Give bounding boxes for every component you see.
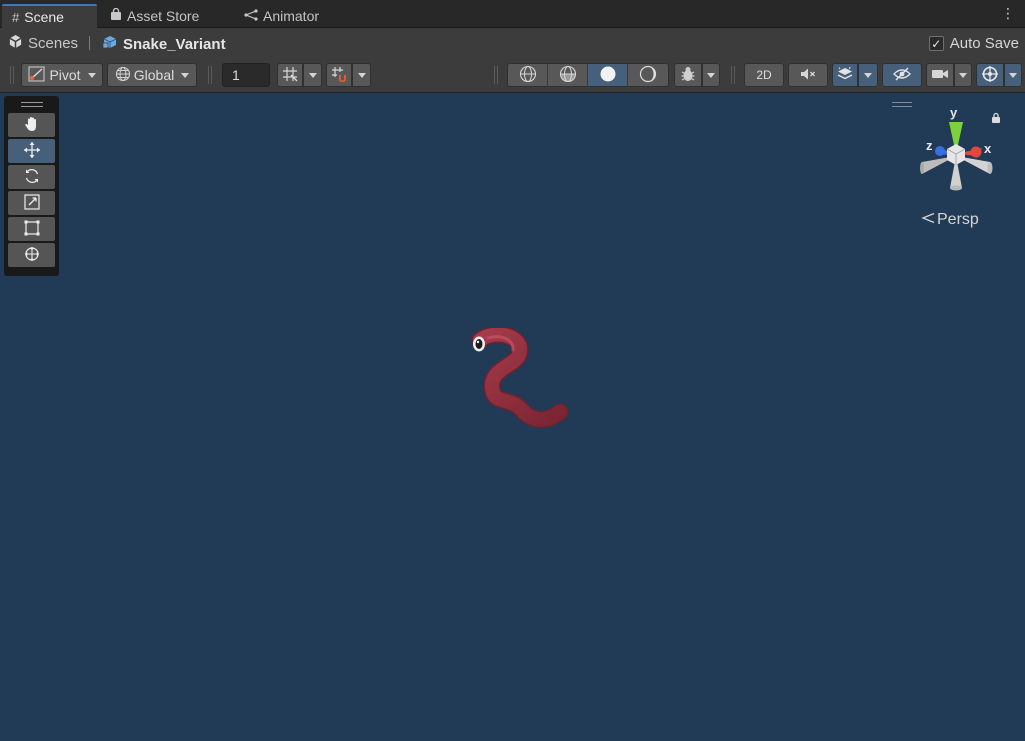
chevron-down-icon: [1009, 72, 1017, 78]
gizmo-label-y: y: [950, 105, 958, 120]
scale-tool-button[interactable]: [8, 191, 55, 215]
breadcrumb-separator: [89, 36, 90, 50]
effects-layers-icon: [836, 66, 854, 85]
draw-mode-group: [507, 63, 669, 87]
toggle-2d-button[interactable]: 2D: [744, 63, 784, 87]
view-tool-button[interactable]: [8, 113, 55, 137]
pivot-icon: [28, 66, 46, 85]
tool-palette: [4, 96, 59, 276]
tab-animator[interactable]: Animator: [234, 4, 329, 28]
grid-snap-icon: [282, 66, 299, 85]
chevron-down-icon: [308, 72, 317, 78]
unity-logo-icon: [8, 34, 23, 53]
gizmo-label-z: z: [926, 138, 933, 153]
hash-grid-icon: #: [12, 9, 20, 25]
orientation-gizmo[interactable]: y x z: [912, 104, 998, 196]
tab-asset-store[interactable]: Asset Store: [100, 4, 209, 28]
magnet-snap-icon: [331, 66, 348, 85]
scene-camera-button[interactable]: [926, 63, 954, 87]
effects-dropdown[interactable]: [858, 63, 878, 87]
breadcrumb-prefab-variant[interactable]: Snake_Variant: [102, 34, 226, 54]
audio-toggle-button[interactable]: [788, 63, 828, 87]
autosave-toggle[interactable]: ✓ Auto Save: [928, 35, 1019, 52]
hand-icon: [23, 115, 41, 136]
autosave-checkbox[interactable]: ✓: [928, 36, 944, 51]
chevron-down-icon: [959, 72, 967, 78]
chevron-down-icon: [181, 72, 190, 78]
globe-icon: [115, 66, 131, 85]
pivot-dropdown[interactable]: Pivot: [21, 63, 103, 87]
gizmo-grip[interactable]: [892, 102, 912, 107]
video-camera-icon: [931, 67, 949, 84]
toolbar-grip[interactable]: [208, 66, 212, 84]
chevron-down-icon: [87, 72, 96, 78]
increment-snap-dropdown[interactable]: [352, 63, 371, 87]
shaded-wireframe-mode-button[interactable]: [548, 64, 588, 86]
snake-model[interactable]: [468, 326, 569, 432]
chevron-down-icon: [864, 72, 872, 78]
palette-grip[interactable]: [20, 102, 43, 107]
breadcrumb-scenes[interactable]: Scenes: [8, 34, 78, 53]
grid-snap-dropdown[interactable]: [303, 63, 322, 87]
gizmos-sphere-icon: [981, 65, 999, 86]
toolbar-grip[interactable]: [10, 66, 14, 84]
gizmo-label-x: x: [984, 141, 992, 156]
scene-toolbar: Pivot Global 1 2D: [0, 58, 1025, 93]
chevron-down-icon: [357, 72, 366, 78]
debug-draw-mode-button[interactable]: [674, 63, 702, 87]
grid-size-field[interactable]: 1: [222, 63, 270, 87]
unlit-mode-button[interactable]: [628, 64, 668, 86]
more-options-icon[interactable]: ⋮: [1001, 6, 1015, 20]
gizmos-toggle-button[interactable]: [976, 63, 1004, 87]
shaded-sphere-icon: [599, 65, 617, 86]
toolbar-grip[interactable]: [731, 66, 735, 84]
animator-node-icon: [244, 8, 258, 24]
move-tool-button[interactable]: [8, 139, 55, 163]
speaker-muted-icon: [799, 66, 817, 85]
rotate-icon: [23, 167, 41, 188]
tab-scene[interactable]: # Scene: [2, 4, 97, 28]
grid-snap-button[interactable]: [277, 63, 303, 87]
shaded-mode-button[interactable]: [588, 64, 628, 86]
perspective-chevron-icon: [921, 211, 935, 229]
rect-tool-button[interactable]: [8, 217, 55, 241]
global-dropdown[interactable]: Global: [107, 63, 197, 87]
move-arrows-icon: [23, 141, 41, 162]
rotate-tool-button[interactable]: [8, 165, 55, 189]
transform-tool-button[interactable]: [8, 243, 55, 267]
gizmos-dropdown[interactable]: [1004, 63, 1022, 87]
chevron-down-icon: [707, 72, 715, 78]
scale-icon: [23, 193, 41, 214]
shopping-bag-icon: [110, 7, 122, 24]
debug-draw-mode-dropdown[interactable]: [702, 63, 720, 87]
increment-snap-button[interactable]: [326, 63, 352, 87]
bug-icon: [679, 65, 697, 86]
eye-hidden-icon: [892, 66, 912, 85]
wireframe-mode-button[interactable]: [508, 64, 548, 86]
wireframe-sphere-icon: [519, 65, 537, 86]
shaded-wireframe-sphere-icon: [559, 65, 577, 86]
breadcrumb: Scenes Snake_Variant ✓ Auto Save: [0, 28, 1025, 58]
rect-transform-icon: [23, 219, 41, 240]
projection-toggle[interactable]: Persp: [921, 211, 979, 229]
half-moon-sphere-icon: [639, 65, 657, 86]
scene-visibility-toggle-button[interactable]: [882, 63, 922, 87]
effects-toggle-button[interactable]: [832, 63, 858, 87]
prefab-variant-icon: [102, 34, 118, 54]
window-tab-bar: # Scene Asset Store Animator ⋮: [0, 0, 1025, 28]
toolbar-grip[interactable]: [494, 66, 498, 84]
transform-combined-icon: [23, 245, 41, 266]
scene-camera-dropdown[interactable]: [954, 63, 972, 87]
